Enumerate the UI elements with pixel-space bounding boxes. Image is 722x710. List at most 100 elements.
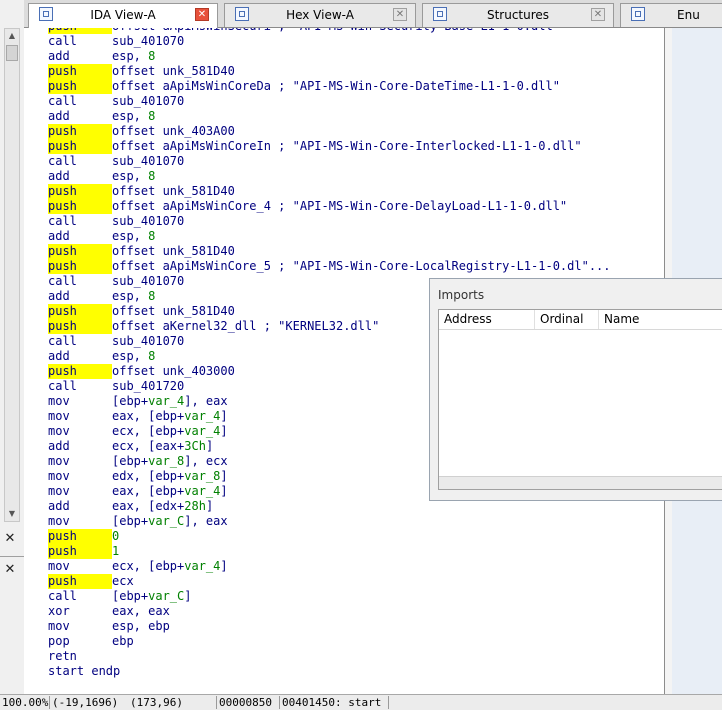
instruction-mnemonic: push: [48, 199, 112, 214]
horizontal-scrollbar[interactable]: [439, 476, 722, 489]
instruction-mnemonic: mov: [48, 454, 70, 468]
instruction-operand: sub_401070: [112, 154, 185, 168]
instruction-operand: offset unk_581D40: [112, 184, 235, 198]
code-line[interactable]: mov ecx, [ebp+var_4]: [48, 559, 611, 574]
immediate-value: 8: [148, 169, 156, 183]
code-line[interactable]: call sub_401070: [48, 94, 611, 109]
instruction-mnemonic: mov: [48, 514, 70, 528]
instruction-mnemonic: mov: [48, 484, 70, 498]
instruction-operand: [ebp+: [112, 394, 149, 408]
code-line[interactable]: push offset unk_581D40: [48, 64, 611, 79]
code-line[interactable]: add esp, 8: [48, 109, 611, 124]
instruction-mnemonic: add: [48, 349, 70, 363]
column-header-address[interactable]: Address: [439, 310, 535, 329]
status-separator: [388, 696, 389, 709]
instruction-mnemonic: add: [48, 169, 70, 183]
code-line[interactable]: call sub_401070: [48, 214, 611, 229]
code-line[interactable]: push 1: [48, 544, 611, 559]
instruction-operand: ], ecx: [184, 454, 228, 468]
instruction-mnemonic: mov: [48, 409, 70, 423]
instruction-mnemonic: push: [48, 319, 112, 334]
instruction-mnemonic: add: [48, 289, 70, 303]
imports-list[interactable]: Address Ordinal Name: [438, 309, 722, 490]
imports-title: Imports: [438, 288, 485, 302]
instruction-mnemonic: push: [48, 64, 112, 79]
close-tab-icon[interactable]: ✕: [195, 8, 209, 21]
instruction-operand: offset aApiMsWinCore_5 ; "API-MS-Win-Cor…: [112, 259, 611, 273]
close-tab-icon[interactable]: ✕: [393, 8, 407, 21]
instruction-operand: sub_401070: [112, 34, 185, 48]
immediate-value: 8: [148, 289, 156, 303]
instruction-mnemonic: push: [48, 574, 112, 589]
code-line[interactable]: push offset unk_403A00: [48, 124, 611, 139]
code-line[interactable]: push offset unk_581D40: [48, 184, 611, 199]
scroll-thumb[interactable]: [6, 45, 18, 61]
instruction-mnemonic: push: [48, 124, 112, 139]
close-tab-icon[interactable]: ✕: [591, 8, 605, 21]
current-location: 00401450: start: [282, 696, 382, 709]
instruction-operand: eax, [ebp+: [112, 409, 185, 423]
instruction-operand: ]: [184, 589, 192, 603]
code-line[interactable]: push offset unk_581D40: [48, 244, 611, 259]
graph-coordinates: (-19,1696): [52, 696, 119, 709]
code-line[interactable]: pop ebp: [48, 634, 611, 649]
code-line[interactable]: call sub_401070: [48, 154, 611, 169]
code-line[interactable]: add esp, 8: [48, 49, 611, 64]
instruction-operand: [ebp+: [112, 514, 149, 528]
column-header-name[interactable]: Name: [599, 310, 722, 329]
instruction-operand: ecx: [112, 574, 134, 588]
code-line[interactable]: push offset aApiMsWinCoreIn ; "API-MS-Win…: [48, 139, 611, 154]
instruction-mnemonic: add: [48, 439, 70, 453]
instruction-operand: sub_401070: [112, 214, 185, 228]
scroll-up-arrow-icon[interactable]: ▲: [5, 29, 19, 43]
tab-hex-view-a[interactable]: Hex View-A ✕: [224, 3, 416, 27]
code-line[interactable]: mov esp, ebp: [48, 619, 611, 634]
scroll-down-arrow-icon[interactable]: ▼: [5, 507, 19, 521]
instruction-operand: ]: [205, 499, 214, 513]
stack-variable: var_8: [184, 469, 221, 483]
close-icon[interactable]: ✕: [2, 531, 18, 547]
code-line[interactable]: push offset aApiMsWinCoreDa ; "API-MS-Win…: [48, 79, 611, 94]
instruction-operand: offset aApiMsWinCoreDa ; "API-MS-Win-Cor…: [112, 79, 560, 93]
instruction-mnemonic: add: [48, 49, 70, 63]
code-line[interactable]: add eax, [edx+28h]: [48, 499, 611, 514]
stack-variable: var_C: [148, 514, 185, 528]
imports-window[interactable]: Imports Address Ordinal Name: [429, 278, 722, 501]
instruction-mnemonic: push: [48, 364, 112, 379]
code-line[interactable]: add esp, 8: [48, 229, 611, 244]
immediate-value: 3Ch: [184, 439, 206, 453]
tab-enums[interactable]: Enu: [620, 3, 722, 27]
stack-variable: var_C: [148, 589, 185, 603]
tab-label: IDA View-A: [90, 8, 156, 22]
code-line[interactable]: xor eax, eax: [48, 604, 611, 619]
code-line[interactable]: push offset aApiMsWinCore_4 ; "API-MS-Win…: [48, 199, 611, 214]
instruction-operand: sub_401070: [112, 334, 185, 348]
code-line[interactable]: mov [ebp+var_C], eax: [48, 514, 611, 529]
instruction-mnemonic: push: [48, 304, 112, 319]
tab-label: Structures: [486, 8, 550, 22]
code-label: start endp: [48, 664, 121, 678]
instruction-operand: offset aApiMsWinCoreIn ; "API-MS-Win-Cor…: [112, 139, 582, 153]
tab-ida-view-a[interactable]: IDA View-A ✕: [28, 3, 218, 28]
left-scrollbar[interactable]: ▲ ▼: [4, 28, 20, 522]
tab-structures[interactable]: Structures ✕: [422, 3, 614, 27]
zoom-level: 100.00%: [2, 696, 49, 709]
stack-variable: var_4: [184, 409, 221, 423]
close-icon[interactable]: ✕: [2, 562, 18, 578]
code-line[interactable]: call sub_401070: [48, 34, 611, 49]
code-line[interactable]: push offset aApiMsWinCore_5 ; "API-MS-Win…: [48, 259, 611, 274]
column-header-ordinal[interactable]: Ordinal: [535, 310, 599, 329]
code-line[interactable]: start endp: [48, 664, 611, 679]
instruction-operand: sub_401720: [112, 379, 185, 393]
immediate-value: 8: [148, 49, 156, 63]
code-line[interactable]: call [ebp+var_C]: [48, 589, 611, 604]
immediate-value: 28h: [184, 499, 206, 513]
code-line[interactable]: add esp, 8: [48, 169, 611, 184]
imports-header: Address Ordinal Name: [439, 310, 722, 330]
instruction-operand: eax, [edx+: [112, 499, 185, 513]
code-line[interactable]: push 0: [48, 529, 611, 544]
instruction-operand: ebp: [112, 634, 134, 648]
instruction-operand: ]: [220, 409, 228, 423]
code-line[interactable]: push ecx: [48, 574, 611, 589]
code-line[interactable]: retn: [48, 649, 611, 664]
